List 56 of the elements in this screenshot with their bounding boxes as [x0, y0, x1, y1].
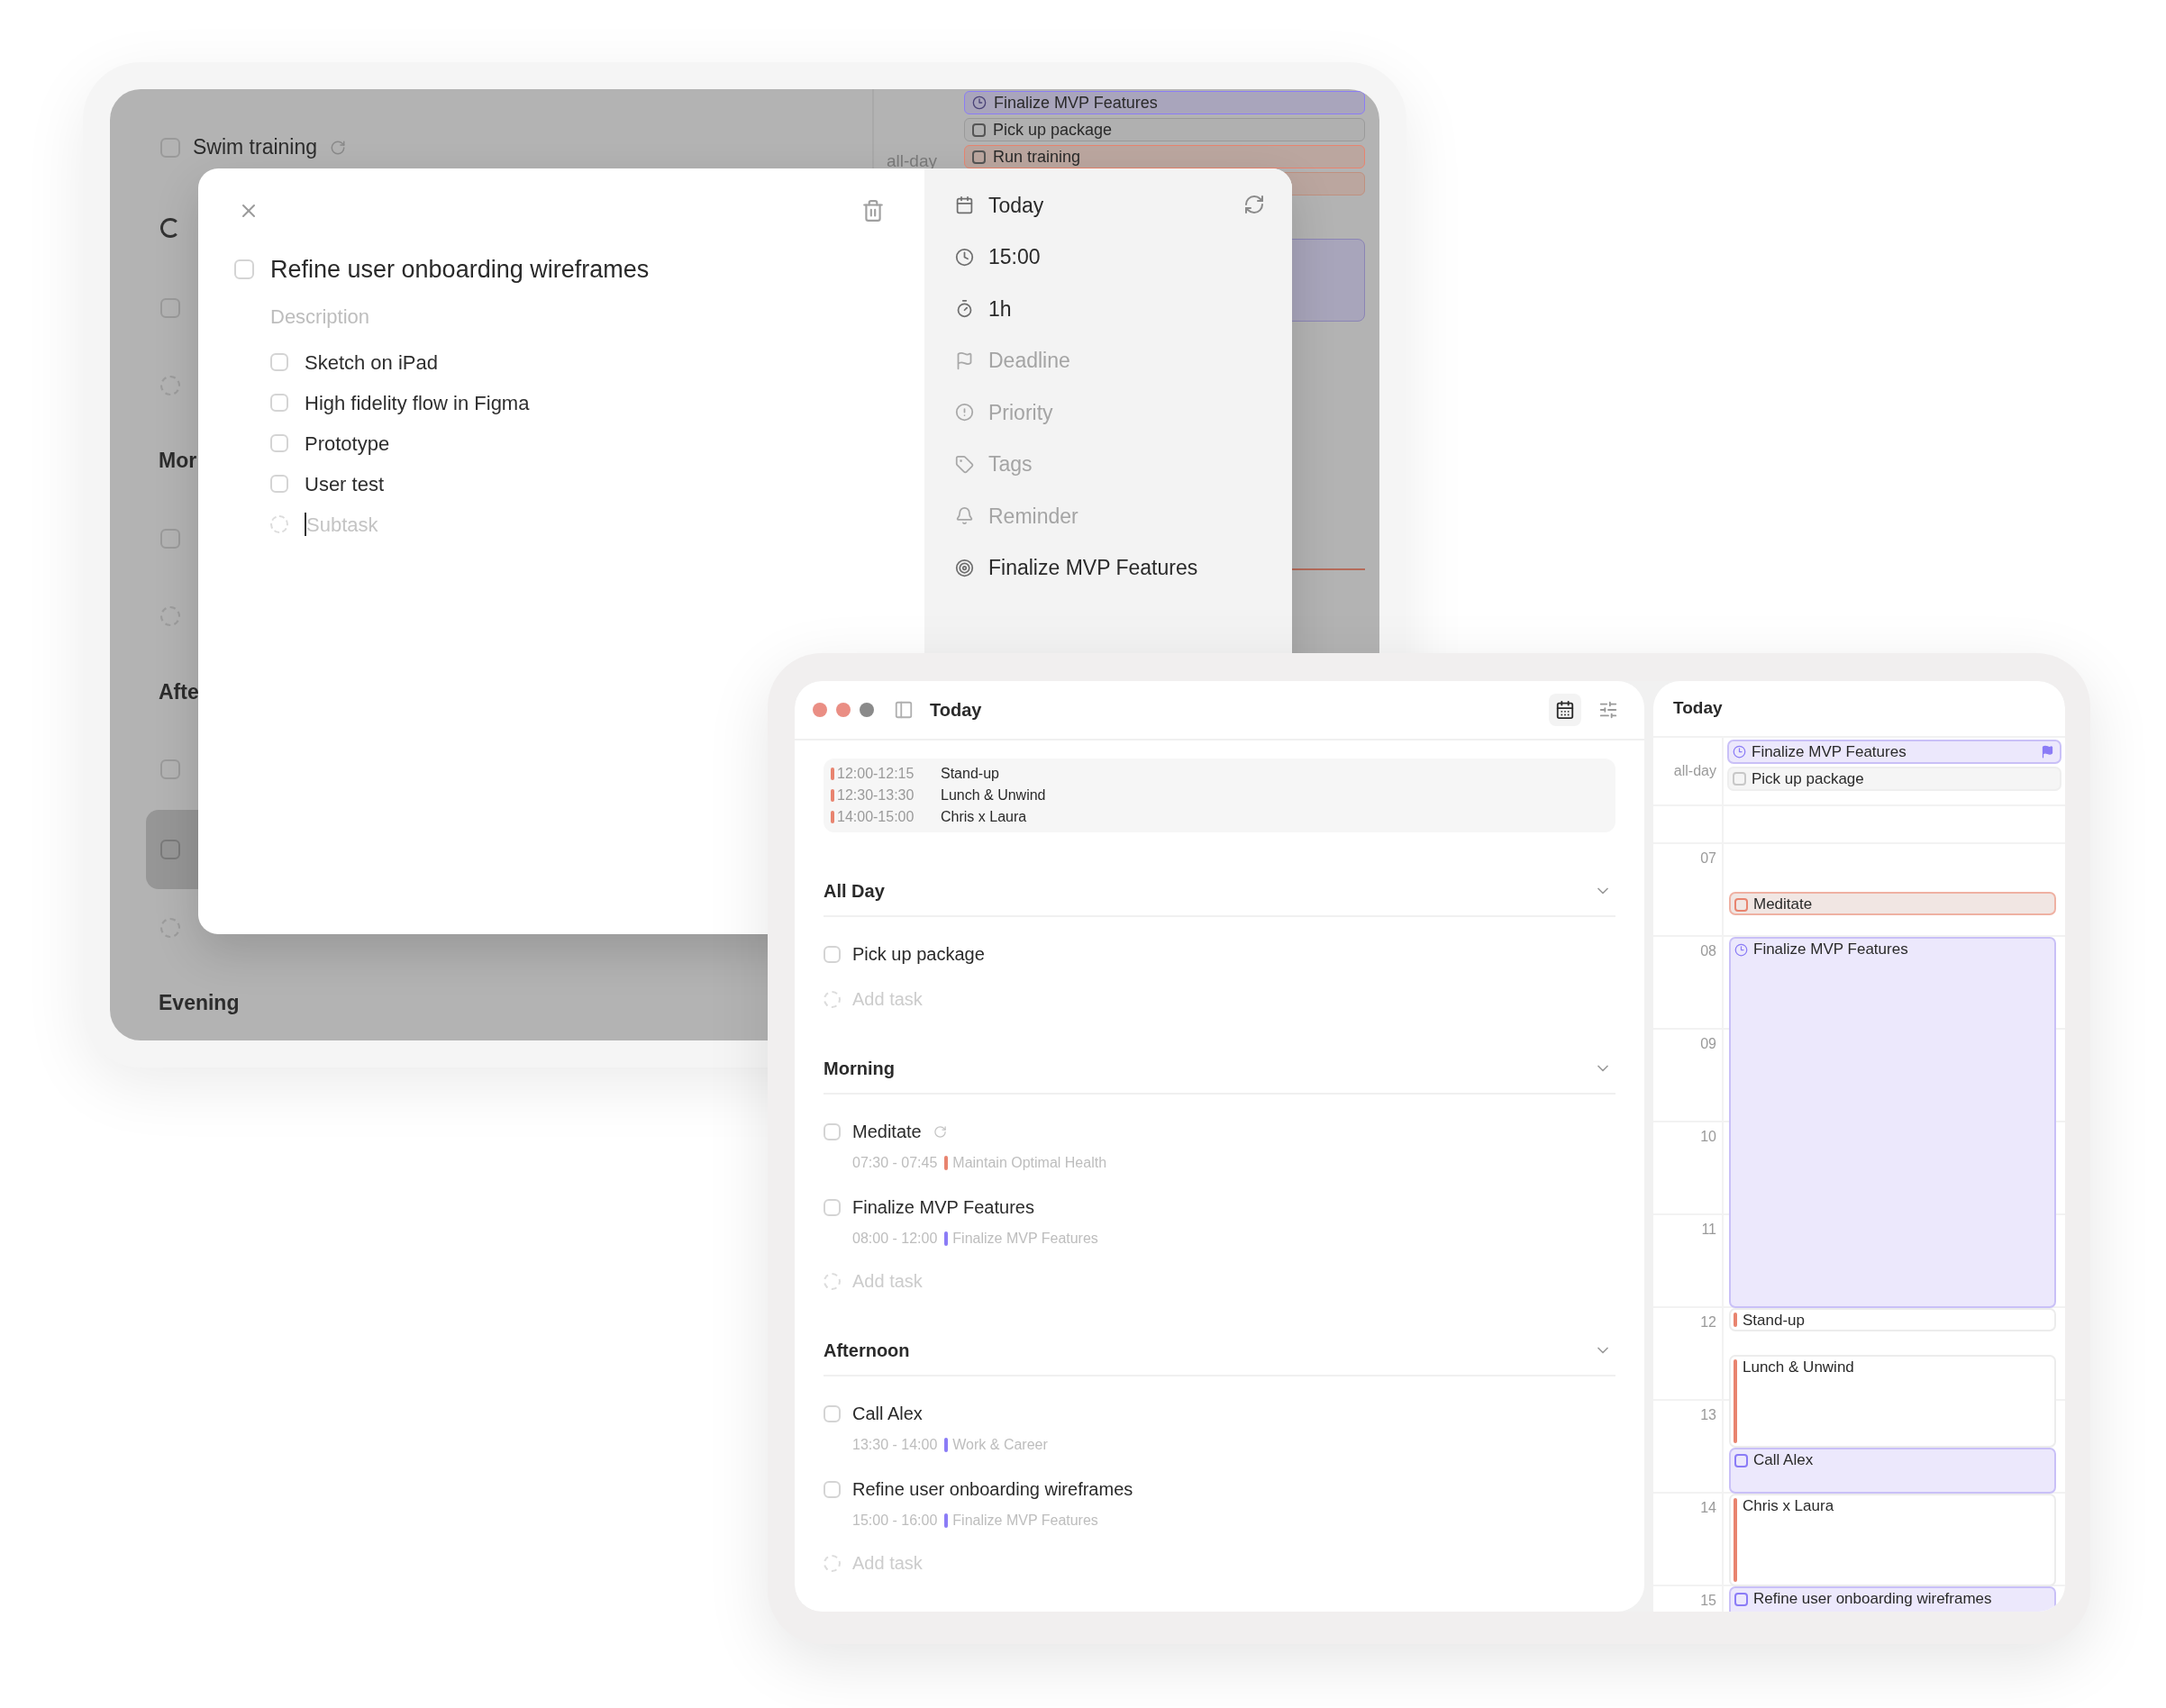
- subtask-title: Sketch on iPad: [305, 350, 438, 376]
- hour-label: 08: [1700, 942, 1716, 960]
- hour-label: 09: [1700, 1035, 1716, 1053]
- goal-name: Maintain Optimal Health: [952, 1154, 1107, 1172]
- all-day-label: all-day: [1673, 762, 1716, 780]
- event-title: Lunch & Unwind: [1743, 1359, 1854, 1376]
- section-heading: Afternoon: [824, 1340, 910, 1362]
- event-title: Pick up package: [1752, 768, 1864, 789]
- task-title: Pick up package: [852, 943, 985, 966]
- hour-label: 14: [1700, 1499, 1716, 1517]
- section-heading: All Day: [824, 880, 885, 903]
- task-title: Finalize MVP Features: [852, 1196, 1034, 1219]
- event-time: 14:00-15:00: [837, 808, 915, 826]
- task-title: Refine user onboarding wireframes: [852, 1478, 1133, 1501]
- section-heading: Morning: [824, 1058, 895, 1080]
- task-title: Call Alex: [852, 1403, 923, 1425]
- event-title: Run training: [993, 146, 1081, 168]
- hour-label: 11: [1701, 1221, 1716, 1239]
- task-title: Swim training: [193, 134, 318, 161]
- event-time: 12:30-13:30: [837, 786, 915, 804]
- hour-label: 13: [1700, 1406, 1716, 1424]
- hour-label: 15: [1700, 1592, 1716, 1610]
- section-heading: Mor: [159, 448, 197, 475]
- task-time: 13:30 - 14:00: [852, 1436, 938, 1454]
- event-title: Finalize MVP Features: [1753, 940, 1908, 960]
- event-time: 12:00-12:15: [837, 765, 915, 783]
- section-heading: Evening: [159, 989, 240, 1016]
- event-title: Finalize MVP Features: [1752, 741, 1907, 762]
- goal-name: Finalize MVP Features: [952, 1230, 1098, 1248]
- event-title: Chris x Laura: [1743, 1498, 1834, 1514]
- task-time: 07:30 - 07:45: [852, 1154, 938, 1172]
- section-heading: Afte: [159, 678, 199, 705]
- subtask-title: High fidelity flow in Figma: [305, 390, 530, 416]
- goal-name: Finalize MVP Features: [952, 1512, 1098, 1530]
- event-title: Chris x Laura: [941, 808, 1027, 826]
- calendar-title: Today: [1673, 697, 1723, 720]
- event-title: Meditate: [1753, 895, 1813, 913]
- event-title: Lunch & Unwind: [941, 786, 1046, 804]
- task-title: Meditate: [852, 1121, 922, 1143]
- event-title: Stand-up: [941, 765, 999, 783]
- all-day-label: all-day: [887, 151, 937, 170]
- goal-name: Work & Career: [952, 1436, 1048, 1454]
- task-time: 08:00 - 12:00: [852, 1230, 938, 1248]
- hour-label: 12: [1700, 1313, 1716, 1331]
- hour-label: 07: [1700, 849, 1716, 868]
- event-title: Finalize MVP Features: [994, 92, 1158, 114]
- task-time: 15:00 - 16:00: [852, 1512, 938, 1530]
- event-title: Refine user onboarding wireframes: [1753, 1589, 1992, 1610]
- event-title: Stand-up: [1743, 1313, 1805, 1329]
- hour-label: 10: [1700, 1128, 1716, 1146]
- subtask-title: Prototype: [305, 431, 390, 457]
- subtask-title: User test: [305, 471, 385, 497]
- event-title: Call Alex: [1753, 1450, 1814, 1471]
- window-title: Today: [930, 699, 982, 722]
- task-title: Refine user onboarding wireframes: [270, 255, 650, 285]
- event-title: Pick up package: [993, 119, 1113, 141]
